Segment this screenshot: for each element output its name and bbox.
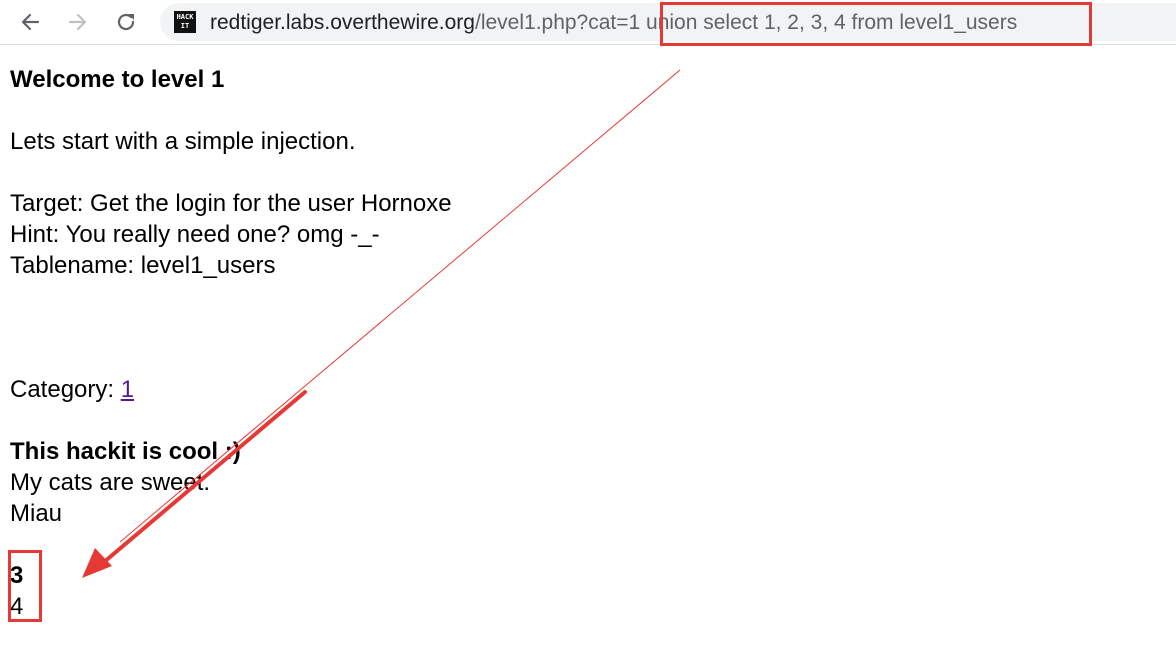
- category-link[interactable]: 1: [121, 376, 134, 403]
- target-text: Target: Get the login for the user Horno…: [10, 190, 452, 217]
- tablename-text: Tablename: level1_users: [10, 252, 276, 279]
- url-host: redtiger.labs.overthewire.org: [210, 11, 475, 34]
- browser-toolbar: HACK IT redtiger.labs.overthewire.org/le…: [0, 0, 1176, 45]
- result-line-1: My cats are sweet.: [10, 469, 211, 496]
- result-title: This hackit is cool :): [10, 438, 241, 465]
- injected-column-4: 4: [10, 593, 24, 620]
- reload-icon: [117, 13, 135, 31]
- reload-button[interactable]: [110, 6, 142, 38]
- site-favicon-icon: HACK IT: [174, 11, 196, 33]
- forward-button[interactable]: [62, 6, 94, 38]
- address-bar[interactable]: HACK IT redtiger.labs.overthewire.org/le…: [160, 3, 1176, 41]
- intro-text: Lets start with a simple injection.: [10, 128, 356, 155]
- back-button[interactable]: [14, 6, 46, 38]
- injected-column-3: 3: [10, 562, 24, 589]
- favicon-text-bottom: IT: [180, 22, 190, 30]
- favicon-text-top: HACK: [176, 13, 194, 21]
- url-text[interactable]: redtiger.labs.overthewire.org/level1.php…: [210, 11, 1017, 35]
- category-label: Category:: [10, 376, 121, 403]
- url-path: /level1.php?cat=1 union select 1, 2, 3, …: [474, 11, 1018, 34]
- forward-arrow-icon: [68, 13, 87, 31]
- hint-text: Hint: You really need one? omg -_-: [10, 221, 380, 248]
- page-content: Welcome to level 1 Lets start with a sim…: [10, 64, 452, 622]
- back-arrow-icon: [21, 13, 40, 31]
- result-line-2: Miau: [10, 500, 63, 527]
- page-heading: Welcome to level 1: [10, 66, 225, 93]
- category-line: Category: 1: [10, 374, 452, 405]
